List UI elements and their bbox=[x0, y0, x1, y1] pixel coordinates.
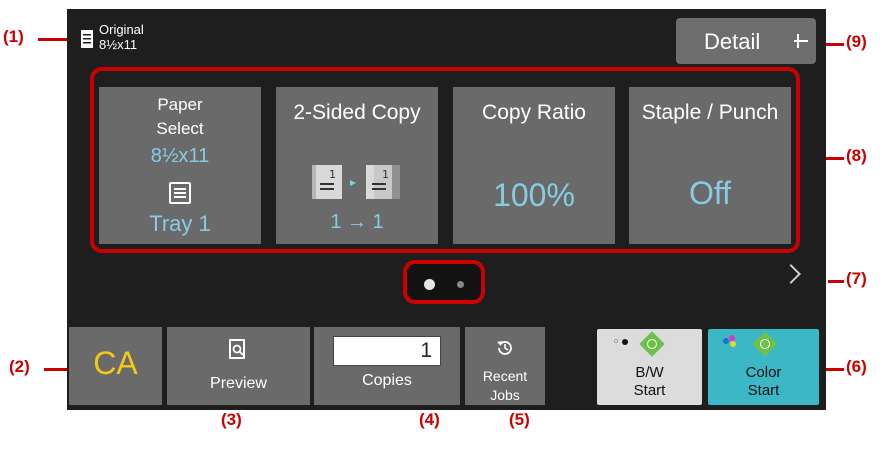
svg-text:1: 1 bbox=[382, 168, 389, 181]
callout-2: (2) bbox=[9, 357, 30, 376]
ca-label: CA bbox=[93, 345, 138, 381]
paper-select-tile[interactable]: Paper Select 8½x11 Tray 1 bbox=[99, 87, 261, 244]
two-sided-copy-value: 1 → 1 bbox=[330, 211, 384, 233]
paper-tray-icon bbox=[169, 182, 191, 204]
staple-punch-title: Staple / Punch bbox=[641, 101, 779, 124]
start-icon bbox=[752, 331, 778, 357]
color-start-label: Color Start bbox=[745, 364, 782, 399]
two-sided-copy-tile[interactable]: 2-Sided Copy 1 1 1 → 1 bbox=[276, 87, 438, 244]
svg-text:1: 1 bbox=[329, 168, 336, 181]
callout-7: (7) bbox=[846, 269, 867, 288]
clear-all-button[interactable]: CA bbox=[69, 327, 162, 405]
duplex-copy-icon: 1 1 bbox=[312, 165, 400, 199]
callout-5: (5) bbox=[509, 410, 530, 429]
history-icon bbox=[497, 341, 512, 355]
recent-jobs-button[interactable]: Recent Jobs bbox=[465, 327, 545, 405]
copies-input[interactable]: 1 bbox=[333, 336, 441, 366]
callout-6: (6) bbox=[846, 357, 867, 376]
bw-dot-icon bbox=[622, 339, 628, 345]
pin-icon bbox=[794, 34, 808, 48]
copy-ratio-tile[interactable]: Copy Ratio 100% bbox=[453, 87, 615, 244]
callout-9: (9) bbox=[846, 32, 867, 51]
bw-dot-light-icon bbox=[614, 339, 618, 343]
paper-size-value: 8½x11 bbox=[150, 145, 210, 167]
staple-punch-value: Off bbox=[688, 175, 732, 211]
copy-ratio-title: Copy Ratio bbox=[482, 101, 586, 124]
staple-punch-tile[interactable]: Staple / Punch Off bbox=[629, 87, 791, 244]
preview-label: Preview bbox=[210, 375, 267, 392]
preview-button[interactable]: Preview bbox=[167, 327, 310, 405]
copies-label: Copies bbox=[362, 372, 412, 389]
bw-start-label: B/W Start bbox=[633, 364, 666, 399]
color-start-button[interactable]: Color Start bbox=[708, 329, 819, 405]
original-info: Original 8½x11 bbox=[99, 22, 144, 52]
tray-value: Tray 1 bbox=[149, 211, 211, 236]
callout-4: (4) bbox=[419, 410, 440, 429]
start-icon bbox=[639, 331, 665, 357]
paper-select-title: Paper Select bbox=[156, 95, 204, 138]
copies-value: 1 bbox=[420, 339, 432, 362]
color-dot-yellow-icon bbox=[730, 341, 736, 347]
detail-label: Detail bbox=[704, 29, 761, 54]
callout-3: (3) bbox=[221, 410, 242, 429]
document-icon bbox=[81, 30, 93, 48]
color-dot-cyan-icon bbox=[723, 338, 729, 344]
page-indicator[interactable] bbox=[403, 260, 485, 304]
copies-button[interactable]: 1 Copies bbox=[314, 327, 460, 405]
original-size: 8½x11 bbox=[99, 37, 138, 52]
page-dot-inactive bbox=[457, 281, 464, 288]
bw-start-button[interactable]: B/W Start bbox=[597, 329, 702, 405]
detail-button[interactable]: Detail bbox=[676, 18, 816, 64]
callout-7-line bbox=[828, 280, 844, 283]
page-dot-active bbox=[424, 279, 435, 290]
original-label: Original bbox=[99, 22, 144, 37]
callout-1: (1) bbox=[3, 27, 24, 46]
two-sided-copy-title: 2-Sided Copy bbox=[293, 101, 421, 124]
preview-icon bbox=[229, 339, 245, 359]
callout-8: (8) bbox=[846, 146, 867, 165]
recent-jobs-label: Recent Jobs bbox=[482, 368, 528, 403]
copy-ratio-value: 100% bbox=[493, 177, 575, 213]
